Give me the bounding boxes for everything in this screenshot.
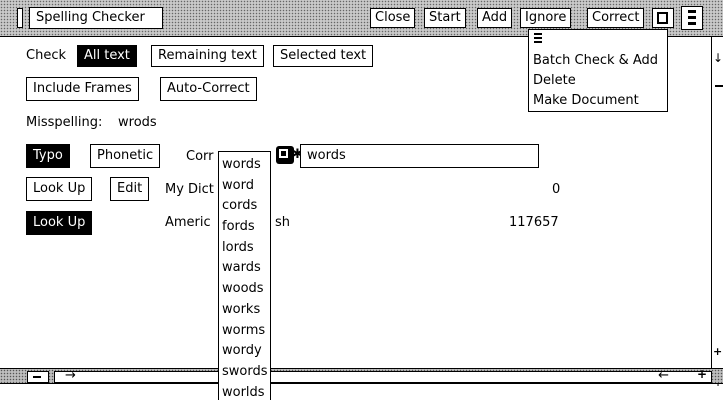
dictionary-count-1: 0 <box>552 182 561 197</box>
menu-item-delete[interactable]: Delete <box>529 71 667 91</box>
edit-button[interactable]: Edit <box>110 177 150 201</box>
check-label: Check <box>26 48 66 63</box>
ignore-button[interactable]: Ignore <box>520 8 572 28</box>
add-button[interactable]: Add <box>477 8 513 28</box>
window-menu-icon[interactable] <box>681 6 703 30</box>
suggestion-item[interactable]: wards <box>219 258 270 279</box>
look-up-button-2[interactable]: Look Up <box>26 211 93 235</box>
close-button[interactable]: Close <box>370 8 416 28</box>
dictionary-name-1: My Dict <box>165 182 214 197</box>
title-bar-left-edge <box>17 8 23 28</box>
correction-value[interactable]: words <box>307 148 346 163</box>
correct-button[interactable]: Correct <box>587 8 645 28</box>
auto-correct-button[interactable]: Auto-Correct <box>160 77 257 101</box>
menu-header-icon <box>534 32 543 46</box>
window-shrink-icon[interactable] <box>652 8 674 28</box>
phonetic-button[interactable]: Phonetic <box>90 144 161 168</box>
scroll-down-arrow-icon[interactable]: ↓ <box>713 51 723 65</box>
window-title-text: Spelling Checker <box>36 10 145 25</box>
suggestion-list-popup: words word cords fords lords wards woods… <box>218 151 271 400</box>
misspelling-label: Misspelling: <box>26 115 103 130</box>
suggestion-item[interactable]: words <box>219 155 270 176</box>
suggestion-item[interactable]: fords <box>219 217 270 238</box>
scroll-minus-icon[interactable] <box>715 85 723 87</box>
suggestion-item[interactable]: works <box>219 300 270 321</box>
suggestion-item[interactable]: lords <box>219 238 270 259</box>
suggestion-item[interactable]: cords <box>219 196 270 217</box>
scroll-plus-icon[interactable]: + <box>713 345 722 358</box>
window-menu-popup: Batch Check & Add Delete Make Document <box>528 29 668 112</box>
start-button[interactable]: Start <box>424 8 466 28</box>
window-title: Spelling Checker <box>29 7 163 29</box>
suggestion-item[interactable]: woods <box>219 279 270 300</box>
hscroll-plus-icon[interactable]: + <box>697 367 707 381</box>
check-selected-text-option[interactable]: Selected text <box>273 45 374 67</box>
menu-item-batch-check-add[interactable]: Batch Check & Add <box>529 51 667 71</box>
menu-item-make-document[interactable]: Make Document <box>529 91 667 111</box>
suggestion-item[interactable]: swords <box>219 362 270 383</box>
check-remaining-text-option[interactable]: Remaining text <box>151 45 264 67</box>
dictionary-name-2: Americ <box>165 215 211 230</box>
include-frames-button[interactable]: Include Frames <box>26 77 139 101</box>
correction-label: Corr <box>186 149 214 164</box>
suggestion-item[interactable]: word <box>219 176 270 197</box>
look-up-button-1[interactable]: Look Up <box>26 177 93 201</box>
scroll-right-arrow-icon[interactable]: → ← + <box>54 367 712 383</box>
vertical-scrollbar[interactable]: ↓ + ↑ <box>711 37 723 389</box>
scroll-left-arrow-icon[interactable]: ← <box>658 368 669 383</box>
misspelled-word: wrods <box>118 115 157 130</box>
suggestion-item[interactable]: wordy <box>219 341 270 362</box>
suggestion-item[interactable]: worms <box>219 321 270 342</box>
typo-button[interactable]: Typo <box>26 144 70 168</box>
hscroll-left-box[interactable] <box>27 371 49 383</box>
dictionary-count-2: 117657 <box>509 215 559 230</box>
check-all-text-option[interactable]: All text <box>77 45 137 67</box>
dictionary-name-2-tail: sh <box>275 215 291 230</box>
correction-field[interactable]: words <box>300 144 539 168</box>
